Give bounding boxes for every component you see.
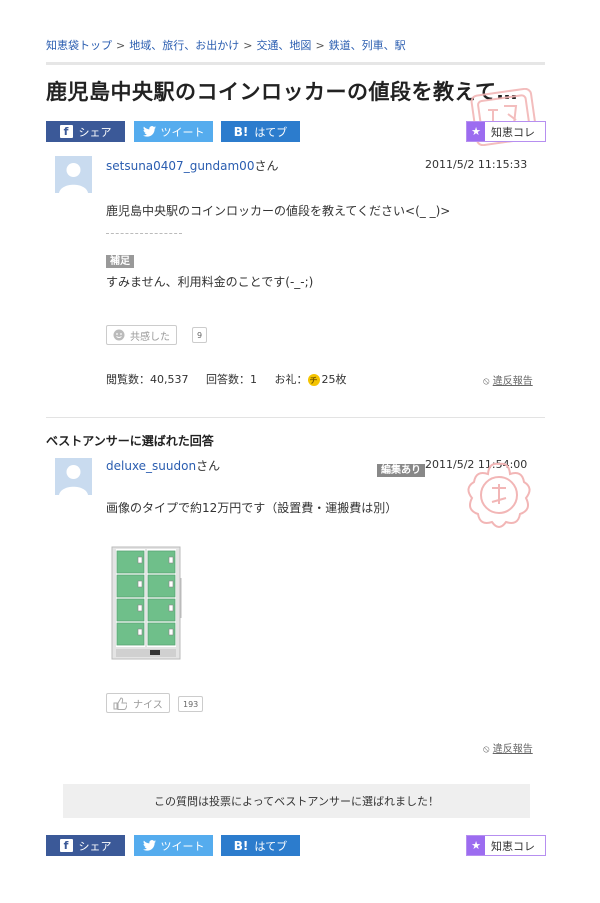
question-stats: 閲覧数：40,537 回答数：1 お礼：チ 25枚 [106, 371, 347, 387]
breadcrumb-item-railway[interactable]: 鉄道、列車、駅 [329, 39, 406, 52]
empathy-count: 9 [192, 327, 208, 343]
default-user-icon [55, 156, 92, 193]
bird-icon [142, 126, 156, 137]
default-user-icon [55, 458, 92, 495]
empathy-button[interactable]: 共感した [106, 325, 177, 345]
report-link[interactable]: ⦸ 違反報告 [483, 740, 533, 755]
supplement-tag: 補足 [106, 249, 134, 268]
section-divider [46, 417, 545, 418]
answer-body: 画像のタイプで約12万円です（設置費・運搬費は別） [106, 501, 398, 515]
bird-icon [142, 840, 156, 851]
breadcrumb-item-top[interactable]: 知恵袋トップ [46, 39, 112, 52]
chiekore-label: 知恵コレ [491, 839, 535, 853]
answers-count: 回答数：1 [206, 373, 257, 386]
prohibited-icon: ⦸ [483, 744, 490, 755]
breadcrumb: 知恵袋トップ > 地域、旅行、お出かけ > 交通、地図 > 鉄道、列車、駅 [46, 37, 406, 53]
breadcrumb-separator: > [243, 39, 253, 52]
facebook-share-label: シェア [78, 125, 112, 139]
star-icon: ★ [467, 122, 485, 141]
facebook-icon: f [59, 839, 73, 852]
hatena-bookmark-button[interactable]: B! はてブ [221, 835, 300, 856]
hatena-label: はてブ [254, 125, 288, 139]
question-body: 鹿児島中央駅のコインロッカーの値段を教えてください<(_ _)> [106, 204, 451, 218]
twitter-share-label: ツイート [160, 125, 205, 139]
hatena-icon: B! [233, 124, 249, 139]
facebook-share-label: シェア [78, 839, 112, 853]
twitter-share-button[interactable]: ツイート [134, 121, 213, 142]
nice-button[interactable]: ナイス [106, 693, 170, 713]
twitter-share-button[interactable]: ツイート [134, 835, 213, 856]
star-icon: ★ [467, 836, 485, 855]
answer-username[interactable]: deluxe_suudonさん [106, 457, 220, 474]
best-answer-stamp-icon [467, 462, 531, 528]
image-edge-shadow [180, 578, 182, 618]
smile-icon [113, 329, 125, 341]
facebook-share-button[interactable]: f シェア [46, 835, 125, 856]
question-username[interactable]: setsuna0407_gundam00さん [106, 157, 278, 174]
avatar[interactable] [55, 156, 92, 193]
best-answer-heading: ベストアンサーに選ばれた回答 [46, 434, 214, 448]
prohibited-icon: ⦸ [483, 376, 490, 387]
avatar[interactable] [55, 458, 92, 495]
username-text[interactable]: deluxe_suudon [106, 459, 196, 473]
header-rule [46, 62, 545, 65]
edited-tag: 編集あり [377, 458, 425, 477]
supplement-body: すみません、利用料金のことです(-_-;) [106, 275, 314, 289]
username-text[interactable]: setsuna0407_gundam00 [106, 159, 254, 173]
facebook-icon: f [59, 125, 73, 138]
twitter-share-label: ツイート [160, 839, 205, 853]
reward-label: お礼： [274, 373, 308, 386]
views-count: 閲覧数：40,537 [106, 373, 189, 386]
report-label: 違反報告 [492, 744, 533, 755]
voted-best-answer-banner: この質問は投票によってベストアンサーに選ばれました！ [63, 784, 530, 818]
chiekore-button[interactable]: ★ 知恵コレ [466, 121, 546, 142]
chiekore-button[interactable]: ★ 知恵コレ [466, 835, 546, 856]
coin-locker-image [111, 546, 181, 660]
reward-value: 25枚 [321, 373, 347, 386]
report-label: 違反報告 [492, 376, 533, 387]
nice-count: 193 [178, 696, 204, 712]
honorific: さん [196, 459, 221, 473]
coin-icon: チ [307, 374, 320, 386]
chiekore-label: 知恵コレ [491, 125, 535, 139]
breadcrumb-item-travel[interactable]: 地域、旅行、お出かけ [129, 39, 239, 52]
hatena-bookmark-button[interactable]: B! はてブ [221, 121, 300, 142]
breadcrumb-separator: > [315, 39, 325, 52]
breadcrumb-separator: > [116, 39, 126, 52]
facebook-share-button[interactable]: f シェア [46, 121, 125, 142]
breadcrumb-item-transport[interactable]: 交通、地図 [256, 39, 311, 52]
honorific: さん [254, 159, 279, 173]
nice-label: ナイス [133, 699, 163, 711]
empathy-label: 共感した [130, 331, 170, 343]
report-link[interactable]: ⦸ 違反報告 [483, 372, 533, 387]
hatena-icon: B! [233, 838, 249, 853]
hatena-label: はてブ [254, 839, 288, 853]
question-body-underline [106, 219, 182, 238]
question-date: 2011/5/2 11:15:33 [425, 158, 528, 171]
thumbs-up-icon [113, 696, 127, 710]
